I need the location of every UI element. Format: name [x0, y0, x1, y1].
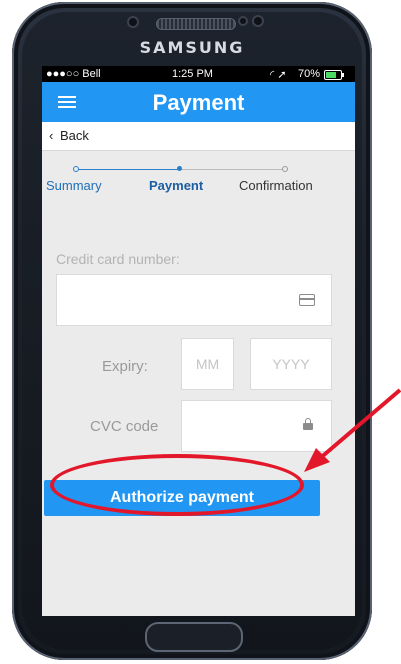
credit-card-icon — [299, 294, 315, 306]
step-dot-summary — [73, 166, 79, 172]
app-bar: Payment — [42, 82, 355, 122]
cvc-label: CVC code — [90, 418, 159, 435]
phone-frame: SAMSUNG ●●●○○ Bell 1:25 PM ◜ ➚ 70% Payme… — [12, 2, 372, 660]
progress-stepper: Summary Payment Confirmation — [42, 151, 355, 201]
expiry-year-input[interactable]: YYYY — [250, 338, 332, 390]
step-label-confirmation: Confirmation — [239, 178, 313, 193]
step-dot-payment — [177, 166, 182, 171]
stepper-line-complete — [75, 169, 179, 170]
step-label-summary[interactable]: Summary — [46, 178, 102, 193]
app-screen: ●●●○○ Bell 1:25 PM ◜ ➚ 70% Payment ‹ Bac… — [42, 66, 355, 616]
battery-percent: 70% — [298, 68, 321, 80]
location-icon: ◜ ➚ — [270, 69, 287, 81]
expiry-month-input[interactable]: MM — [181, 338, 234, 390]
clock: 1:25 PM — [172, 68, 213, 80]
carrier-label: ●●●○○ Bell — [46, 68, 101, 80]
back-label: Back — [60, 128, 89, 143]
card-number-label: Credit card number: — [56, 251, 180, 267]
highlight-ellipse — [50, 454, 304, 516]
back-button[interactable]: ‹ Back — [42, 122, 355, 151]
battery-icon — [324, 70, 344, 80]
chevron-left-icon: ‹ — [49, 128, 54, 143]
card-number-input[interactable] — [56, 274, 332, 326]
page-title: Payment — [152, 90, 245, 115]
sensor-icon — [238, 16, 248, 26]
expiry-label: Expiry: — [102, 358, 148, 375]
status-bar: ●●●○○ Bell 1:25 PM ◜ ➚ 70% — [42, 66, 355, 82]
device-brand: SAMSUNG — [139, 38, 245, 57]
front-camera-icon — [252, 15, 264, 27]
step-dot-confirmation — [282, 166, 288, 172]
stepper-line-pending — [181, 169, 285, 170]
annotation-arrow-icon — [304, 388, 401, 472]
earpiece-speaker — [156, 18, 236, 30]
step-label-payment: Payment — [149, 178, 204, 193]
sensor-icon — [127, 16, 139, 28]
home-button[interactable] — [145, 622, 243, 652]
